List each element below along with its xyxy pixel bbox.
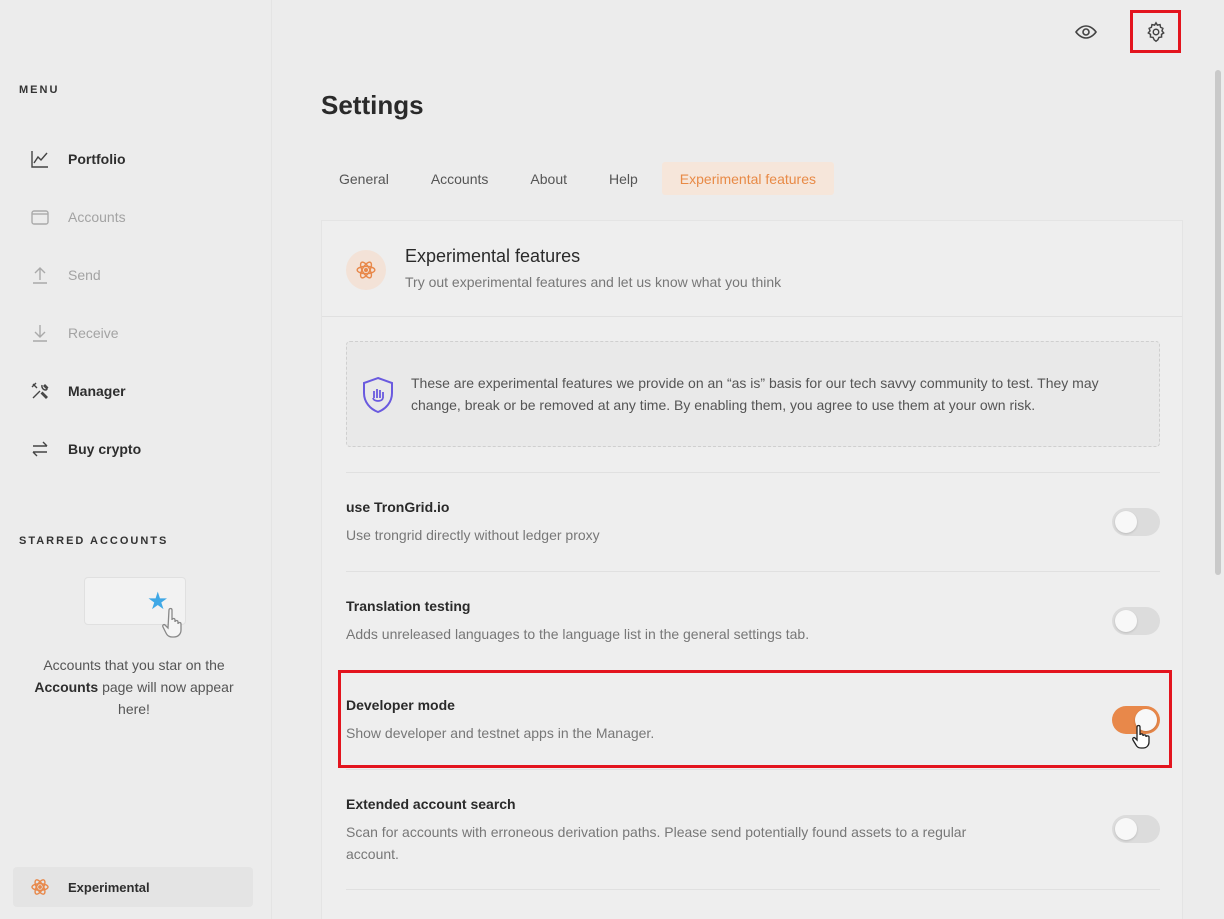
shield-hand-icon	[363, 376, 393, 414]
card-header: Experimental features Try out experiment…	[322, 221, 1182, 317]
setting-description: Scan for accounts with erroneous derivat…	[346, 824, 967, 862]
developer-mode-toggle[interactable]	[1112, 706, 1160, 734]
atom-icon	[356, 261, 376, 279]
sidebar-item-label: Buy crypto	[68, 441, 142, 457]
chart-line-icon	[28, 147, 52, 171]
sidebar-item-label: Accounts	[68, 209, 126, 225]
wallet-icon	[28, 205, 52, 229]
starred-accounts-heading: STARRED ACCOUNTS	[19, 535, 169, 547]
menu-heading: MENU	[19, 84, 60, 96]
swap-arrows-icon	[28, 437, 52, 461]
arrow-down-icon	[28, 321, 52, 345]
atom-icon	[31, 879, 49, 895]
settings-tabs: General Accounts About Help Experimental…	[321, 162, 840, 195]
setting-description: Use trongrid directly without ledger pro…	[346, 527, 600, 543]
warning-text: These are experimental features we provi…	[411, 375, 1099, 413]
toggle-knob	[1135, 709, 1157, 731]
sidebar-item-label: Portfolio	[68, 151, 126, 167]
setting-title: Extended account search	[346, 796, 516, 812]
pointer-hand-icon	[162, 607, 182, 638]
page-title: Settings	[321, 90, 424, 120]
toggle-knob	[1115, 818, 1137, 840]
tab-general[interactable]: General	[321, 162, 407, 195]
setting-description: Adds unreleased languages to the languag…	[346, 626, 810, 642]
toggle-knob	[1115, 610, 1137, 632]
tab-experimental-features[interactable]: Experimental features	[661, 162, 834, 195]
setting-row-developer-mode: Developer mode Show developer and testne…	[346, 670, 1160, 769]
setting-row-divider	[346, 889, 1160, 919]
setting-row-extended-account-search: Extended account search Scan for account…	[346, 769, 1160, 889]
experimental-footer-button[interactable]: Experimental	[13, 867, 253, 907]
atom-badge	[346, 250, 386, 290]
tools-icon	[28, 379, 52, 403]
experimental-footer-label: Experimental	[68, 879, 150, 895]
arrow-up-icon	[28, 263, 52, 287]
sidebar-nav: Portfolio Accounts Send Receive Manager	[28, 130, 141, 478]
sidebar-item-buy-crypto[interactable]: Buy crypto	[28, 420, 141, 478]
setting-title: Developer mode	[346, 697, 455, 713]
sidebar-item-label: Receive	[68, 325, 119, 341]
sidebar-item-manager[interactable]: Manager	[28, 362, 141, 420]
settings-button[interactable]	[1130, 10, 1181, 53]
sidebar-item-send[interactable]: Send	[28, 246, 141, 304]
sidebar-item-portfolio[interactable]: Portfolio	[28, 130, 141, 188]
sidebar: MENU Portfolio Accounts Send Receive Man…	[0, 0, 272, 919]
gear-icon	[1146, 20, 1165, 42]
sidebar-item-receive[interactable]: Receive	[28, 304, 141, 362]
card-subtitle: Try out experimental features and let us…	[405, 274, 782, 290]
starred-illustration: ★	[84, 577, 186, 638]
extended-account-search-toggle[interactable]	[1112, 815, 1160, 843]
experimental-features-card: Experimental features Try out experiment…	[321, 220, 1183, 919]
setting-title: Translation testing	[346, 598, 471, 614]
sidebar-item-label: Send	[68, 267, 101, 283]
trongrid-toggle[interactable]	[1112, 508, 1160, 536]
experimental-warning-notice: These are experimental features we provi…	[346, 341, 1160, 447]
starred-accounts-empty-text: Accounts that you star on the Accounts p…	[34, 657, 234, 717]
toggle-knob	[1115, 511, 1137, 533]
setting-row-trongrid: use TronGrid.io Use trongrid directly wi…	[346, 472, 1160, 571]
setting-title: use TronGrid.io	[346, 499, 450, 515]
setting-row-translation-testing: Translation testing Adds unreleased lang…	[346, 571, 1160, 670]
sidebar-item-label: Manager	[68, 383, 126, 399]
page-scrollbar[interactable]	[1215, 70, 1221, 575]
tab-about[interactable]: About	[512, 162, 585, 195]
tab-help[interactable]: Help	[591, 162, 656, 195]
setting-description: Show developer and testnet apps in the M…	[346, 725, 655, 741]
eye-icon[interactable]	[1074, 20, 1098, 44]
card-title: Experimental features	[405, 246, 581, 266]
sidebar-item-accounts[interactable]: Accounts	[28, 188, 141, 246]
tab-accounts[interactable]: Accounts	[413, 162, 507, 195]
translation-testing-toggle[interactable]	[1112, 607, 1160, 635]
